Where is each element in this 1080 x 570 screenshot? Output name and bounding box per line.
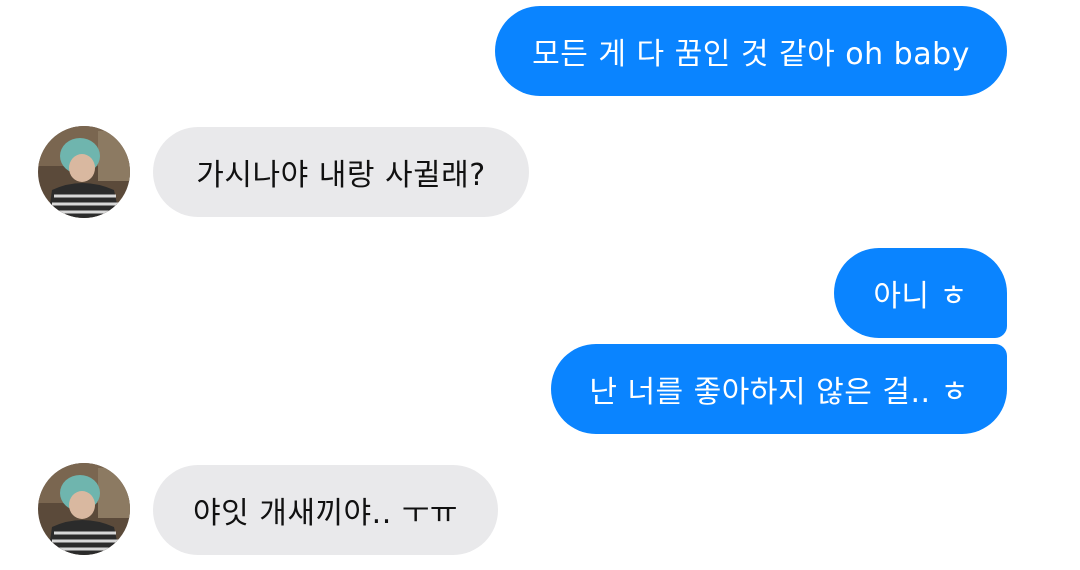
avatar-photo-icon (38, 126, 130, 218)
contact-avatar[interactable] (38, 463, 130, 555)
contact-avatar[interactable] (38, 126, 130, 218)
message-text: 가시나야 내랑 사귈래? (196, 158, 486, 193)
avatar-photo-icon (38, 463, 130, 555)
incoming-message-bubble[interactable]: 가시나야 내랑 사귈래? (153, 127, 529, 217)
incoming-message-bubble[interactable]: 야잇 개새끼야.. ㅜㅠ (153, 465, 498, 555)
outgoing-message-bubble[interactable]: 아니 ㅎ (834, 248, 1007, 338)
message-text: 난 너를 좋아하지 않은 걸.. ㅎ (589, 375, 969, 410)
message-text: 모든 게 다 꿈인 것 같아 oh baby (532, 37, 970, 72)
outgoing-message-bubble[interactable]: 모든 게 다 꿈인 것 같아 oh baby (495, 6, 1007, 96)
message-text: 야잇 개새끼야.. ㅜㅠ (193, 496, 458, 531)
message-text: 아니 ㅎ (873, 279, 968, 314)
outgoing-message-bubble[interactable]: 난 너를 좋아하지 않은 걸.. ㅎ (551, 344, 1007, 434)
